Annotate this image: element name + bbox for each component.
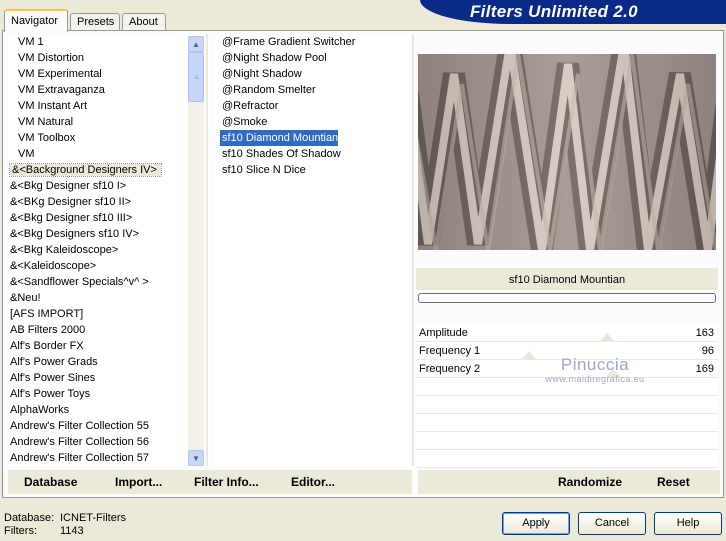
filter-item[interactable]: sf10 Slice N Dice [214,162,410,178]
category-item[interactable]: Alf's Power Toys [8,386,188,402]
tab-presets[interactable]: Presets [70,13,120,31]
category-item[interactable]: &<Background Designers IV> [8,162,188,178]
category-item[interactable]: &<Bkg Kaleidoscope> [8,242,188,258]
category-item[interactable]: AlphaWorks [8,402,188,418]
category-item[interactable]: &<Kaleidoscope> [8,258,188,274]
category-item[interactable]: VM Distortion [8,50,188,66]
category-item[interactable]: [AFS IMPORT] [8,306,188,322]
editor-button[interactable]: Editor... [291,474,335,490]
filter-item[interactable]: @Refractor [214,98,410,114]
status-info: Database: ICNET-Filters Filters: 1143 [4,512,126,537]
preview-image [418,54,716,250]
filter-item[interactable]: sf10 Shades Of Shadow [214,146,410,162]
category-item[interactable]: Andrew's Filter Collection 55 [8,418,188,434]
category-item[interactable]: &<Bkg Designers sf10 IV> [8,226,188,242]
import-button[interactable]: Import... [115,474,162,490]
category-item[interactable]: &<Bkg Designer sf10 III> [8,210,188,226]
category-list[interactable]: VM 1 VM Distortion VM Experimental VM Extra… [8,34,204,466]
category-item[interactable]: VM Experimental [8,66,188,82]
apply-button[interactable]: Apply [502,512,570,535]
database-value: ICNET-Filters [60,512,126,524]
param-amplitude[interactable]: Amplitude 163 [416,324,718,342]
category-item[interactable]: &<Bkg Designer sf10 I> [8,178,188,194]
list-divider [206,34,208,466]
param-empty [416,450,718,468]
category-item[interactable]: VM Extravaganza [8,82,188,98]
randomize-button[interactable]: Randomize [558,474,622,490]
category-item[interactable]: &<Sandflower Specials^v^ > [8,274,188,290]
slider-marker-icon[interactable] [600,333,614,341]
category-item[interactable]: Andrew's Filter Collection 57 [8,450,188,466]
category-scrollbar[interactable]: ▲ ≡ ▼ [188,36,204,466]
category-item[interactable]: Alf's Power Grads [8,354,188,370]
category-item[interactable]: Alf's Power Sines [8,370,188,386]
reset-button[interactable]: Reset [657,474,690,490]
scroll-up-icon[interactable]: ▲ [188,36,204,52]
category-item[interactable]: VM Natural [8,114,188,130]
filter-info-button[interactable]: Filter Info... [194,474,259,490]
filter-item[interactable]: @Night Shadow Pool [214,50,410,66]
filters-count: 1143 [60,525,84,537]
category-item[interactable]: VM 1 [8,34,188,50]
progress-bar [418,293,716,303]
param-toolbar: Randomize Reset [418,470,720,494]
filter-list[interactable]: @Frame Gradient Switcher @Night Shadow Po… [214,34,410,466]
category-item[interactable]: &<BKg Designer sf10 II> [8,194,188,210]
filter-item[interactable]: @Random Smelter [214,82,410,98]
category-item[interactable]: VM Instant Art [8,98,188,114]
list-toolbar: Database Import... Filter Info... Editor… [8,470,412,494]
category-item[interactable]: VM [8,146,188,162]
tab-navigator[interactable]: Navigator [4,9,68,32]
tab-about[interactable]: About [122,13,166,31]
category-item[interactable]: Alf's Border FX [8,338,188,354]
filter-item[interactable]: @Night Shadow [214,66,410,82]
scroll-thumb[interactable]: ≡ [188,52,204,102]
param-empty [416,396,718,414]
category-item[interactable]: VM Toolbox [8,130,188,146]
filter-item[interactable]: @Smoke [214,114,410,130]
watermark: Pinuccia www.maidiregrafica.eu [545,355,645,384]
selected-filter-name: sf10 Diamond Mountian [508,274,626,286]
category-item[interactable]: AB Filters 2000 [8,322,188,338]
list-divider [412,34,414,466]
parameter-list[interactable]: Amplitude 163 Frequency 1 96 Frequency 2… [416,324,718,468]
category-item[interactable]: &Neu! [8,290,188,306]
window-title: Filters Unlimited 2.0 [470,2,638,21]
param-empty [416,432,718,450]
category-item[interactable]: Andrew's Filter Collection 56 [8,434,188,450]
cancel-button[interactable]: Cancel [578,512,646,535]
filter-item[interactable]: sf10 Diamond Mountian [220,130,338,146]
param-empty [416,414,718,432]
filter-item[interactable]: @Frame Gradient Switcher [214,34,410,50]
scroll-down-icon[interactable]: ▼ [188,450,204,466]
database-button[interactable]: Database [24,474,77,490]
help-button[interactable]: Help [654,512,722,535]
